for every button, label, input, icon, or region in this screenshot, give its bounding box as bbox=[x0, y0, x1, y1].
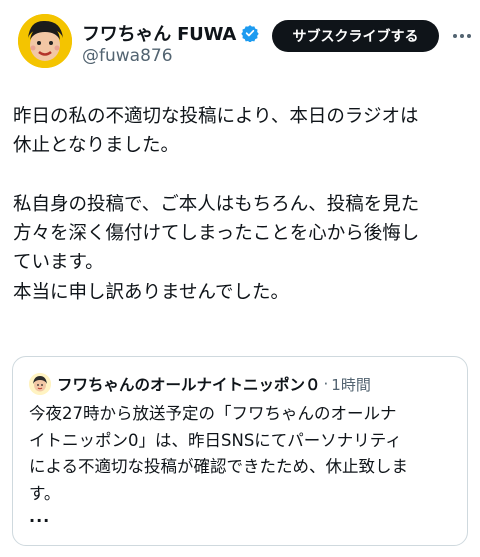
avatar-image bbox=[18, 14, 72, 68]
handle[interactable]: @fuwa876 bbox=[82, 46, 173, 66]
post-header: フワちゃん FUWA @fuwa876 サブスクライブする bbox=[18, 12, 471, 72]
quoted-separator: · bbox=[323, 375, 329, 393]
name-row: フワちゃん FUWA bbox=[82, 20, 259, 46]
quoted-author-name[interactable]: フワちゃんのオールナイトニッポン０ bbox=[57, 373, 321, 395]
more-options-icon[interactable] bbox=[450, 24, 474, 48]
avatar[interactable] bbox=[18, 14, 72, 68]
verified-badge-icon bbox=[241, 24, 259, 43]
quoted-author-avatar[interactable] bbox=[29, 373, 51, 395]
quoted-post-text: 今夜27時から放送予定の「フワちゃんのオールナ イトニッポン0」は、昨日SNSに… bbox=[29, 404, 409, 503]
subscribe-button[interactable]: サブスクライブする bbox=[272, 20, 439, 52]
quoted-post-header: フワちゃんのオールナイトニッポン０ · 1時間 bbox=[29, 373, 371, 395]
post-paragraph: 昨日の私の不適切な投稿により、本日のラジオは 休止となりました。 bbox=[13, 106, 419, 157]
quoted-post-truncation: ... bbox=[29, 507, 51, 526]
post-paragraph: 私自身の投稿で、ご本人はもちろん、投稿を見た 方々を深く傷付けてしまったことを心… bbox=[13, 193, 420, 303]
quoted-post-card[interactable]: フワちゃんのオールナイトニッポン０ · 1時間 今夜27時から放送予定の「フワち… bbox=[12, 356, 468, 546]
post-text: 昨日の私の不適切な投稿により、本日のラジオは 休止となりました。 私自身の投稿で… bbox=[13, 102, 468, 307]
quoted-timestamp[interactable]: 1時間 bbox=[331, 374, 371, 395]
post-paragraph-blank bbox=[13, 161, 468, 190]
display-name[interactable]: フワちゃん FUWA bbox=[82, 20, 236, 46]
